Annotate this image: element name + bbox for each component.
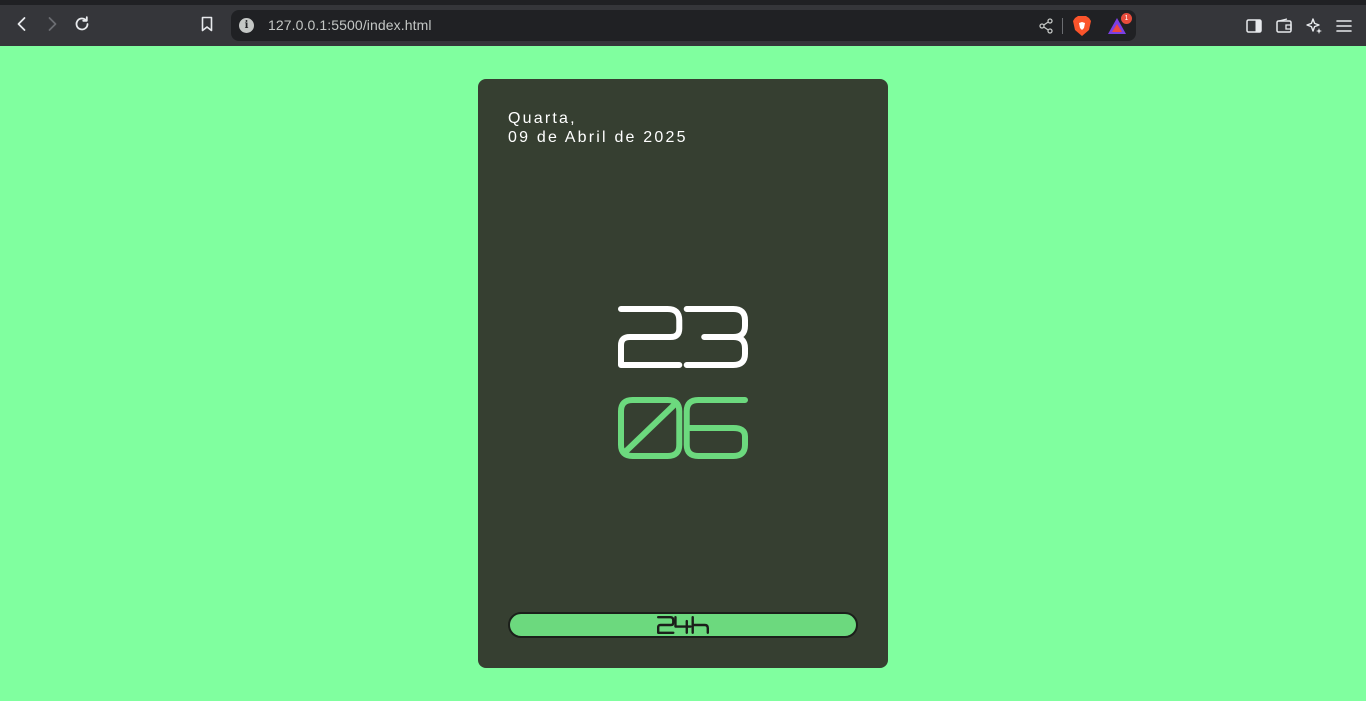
reload-button[interactable] (67, 11, 97, 41)
minutes-digits (618, 397, 748, 459)
brave-shield-icon[interactable] (1072, 15, 1092, 37)
menu-icon (1335, 17, 1353, 39)
glyph-4 (675, 617, 690, 633)
date-label: 09 de Abril de 2025 (508, 129, 688, 146)
bookmark-button[interactable] (192, 11, 222, 41)
reload-icon (73, 15, 91, 37)
date-display: Quarta, 09 de Abril de 2025 (508, 109, 688, 147)
address-bar[interactable]: i 127.0.0.1:5500/index.html 1 (231, 10, 1136, 41)
back-icon (13, 15, 31, 37)
glyph-h (693, 617, 708, 633)
hours-display (618, 306, 748, 368)
rewards-badge: 1 (1121, 13, 1132, 24)
forward-icon (43, 15, 61, 37)
forward-button[interactable] (37, 11, 67, 41)
glyph-2 (658, 617, 673, 633)
clock-card: Quarta, 09 de Abril de 2025 (478, 79, 888, 668)
glyph-3 (687, 309, 745, 365)
wallet-icon (1275, 17, 1293, 39)
menu-button[interactable] (1333, 17, 1355, 39)
info-icon[interactable]: i (239, 18, 254, 33)
leo-ai-icon (1305, 17, 1323, 39)
url-text[interactable]: 127.0.0.1:5500/index.html (268, 17, 432, 33)
sidebar-icon (1245, 17, 1263, 39)
glyph-6 (687, 400, 745, 456)
bookmark-icon (198, 15, 216, 37)
weekday-label: Quarta, (508, 110, 577, 127)
format-toggle-label (657, 616, 709, 634)
minutes-display (618, 397, 748, 459)
back-button[interactable] (7, 11, 37, 41)
leo-ai-button[interactable] (1303, 17, 1325, 39)
format-toggle-button[interactable] (508, 612, 858, 638)
share-icon[interactable] (1037, 17, 1055, 35)
sidebar-button[interactable] (1243, 17, 1265, 39)
hours-digits (618, 306, 748, 368)
glyph-0 (621, 400, 679, 456)
wallet-button[interactable] (1273, 17, 1295, 39)
brave-rewards-icon[interactable]: 1 (1106, 13, 1132, 37)
glyph-2 (621, 309, 679, 365)
browser-toolbar: i 127.0.0.1:5500/index.html 1 (0, 0, 1366, 46)
address-bar-divider (1062, 18, 1063, 34)
